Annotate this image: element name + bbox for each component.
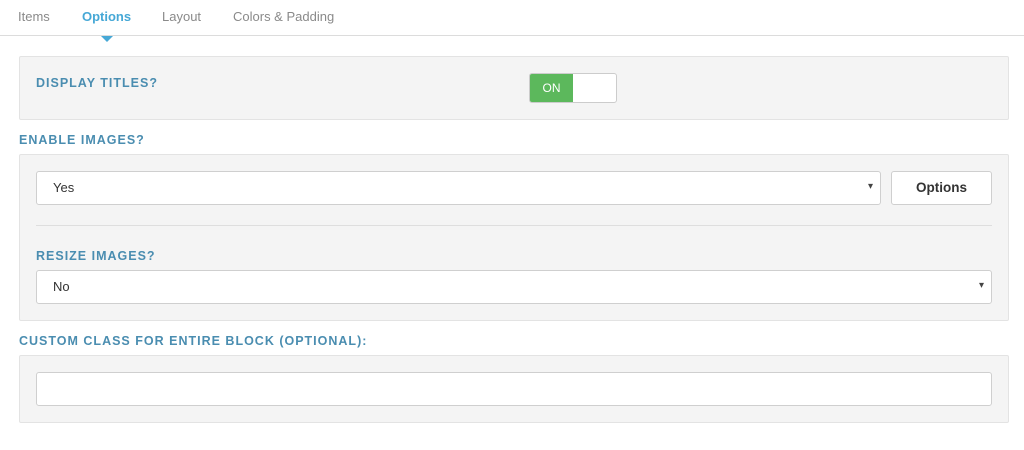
chevron-down-icon: ▾ [867, 181, 873, 192]
resize-images-value: No [53, 279, 70, 294]
enable-images-label: ENABLE IMAGES? [19, 133, 145, 147]
display-titles-toggle[interactable]: ON [529, 73, 617, 103]
enable-images-value: Yes [53, 180, 75, 195]
display-titles-panel [19, 56, 1009, 120]
active-tab-caret-icon [101, 36, 113, 42]
resize-images-select[interactable]: No ▾ [36, 270, 992, 304]
options-button[interactable]: Options [891, 171, 992, 205]
divider [36, 225, 992, 226]
resize-images-label: RESIZE IMAGES? [36, 249, 156, 263]
chevron-down-icon: ▾ [978, 280, 984, 291]
tab-layout[interactable]: Layout [162, 9, 201, 24]
tab-colors-padding[interactable]: Colors & Padding [233, 9, 334, 24]
display-titles-label: DISPLAY TITLES? [36, 76, 158, 90]
custom-class-label: CUSTOM CLASS FOR ENTIRE BLOCK (OPTIONAL)… [19, 334, 368, 348]
tab-bar: Items Options Layout Colors & Padding [0, 0, 1024, 36]
enable-images-select[interactable]: Yes ▾ [36, 171, 881, 205]
custom-class-input[interactable] [36, 372, 992, 406]
tab-items[interactable]: Items [18, 9, 50, 24]
toggle-on-label: ON [530, 74, 573, 102]
tab-options[interactable]: Options [82, 9, 131, 24]
